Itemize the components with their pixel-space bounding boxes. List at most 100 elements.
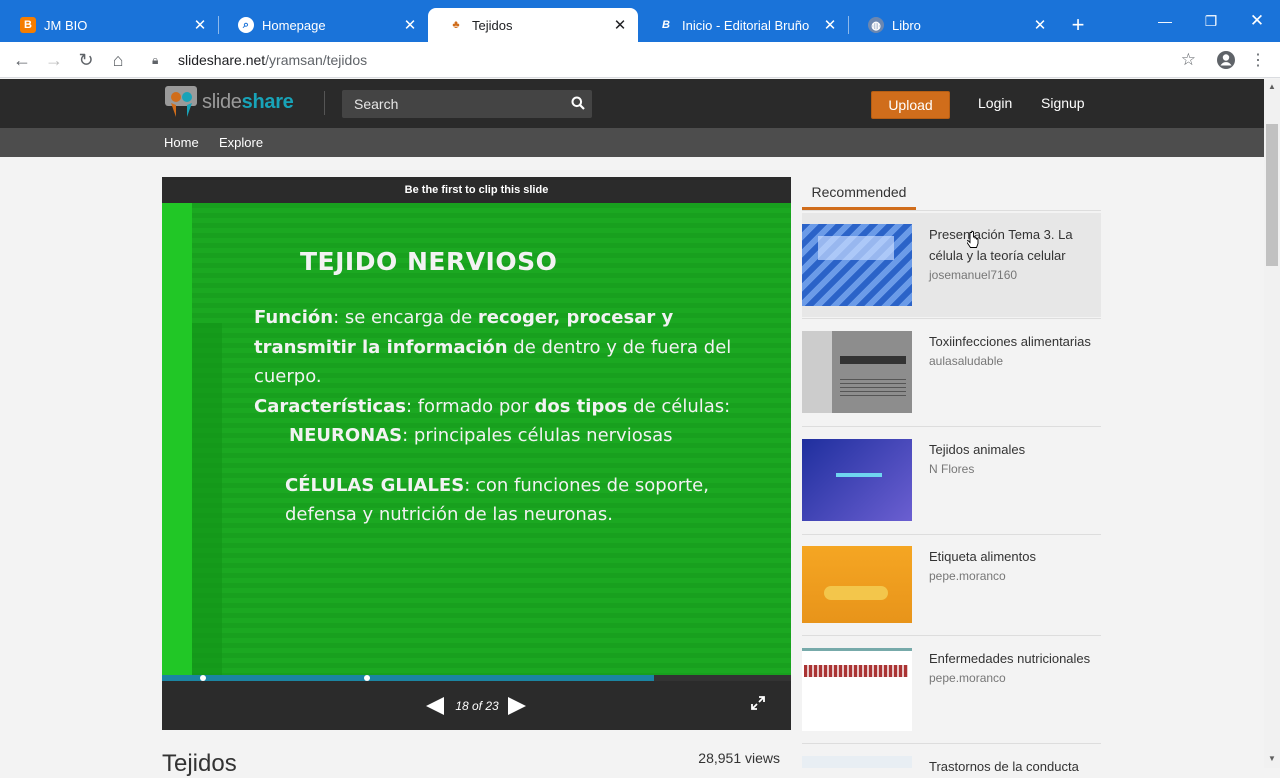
recommended-author[interactable]: aulasaludable [929, 354, 1003, 368]
recommended-thumbnail[interactable] [802, 331, 912, 413]
window-close-icon[interactable]: ✕ [1234, 6, 1280, 36]
nav-home[interactable]: Home [164, 135, 199, 150]
scroll-down-icon[interactable]: ▼ [1267, 754, 1277, 764]
new-tab-plus-icon[interactable]: + [1066, 12, 1090, 37]
close-tab-icon[interactable]: ✕ [612, 17, 628, 34]
recommended-thumbnail[interactable] [802, 546, 912, 623]
recommended-author[interactable]: josemanuel7160 [929, 268, 1017, 282]
thumbnail-heading-line [840, 356, 906, 364]
nav-explore[interactable]: Explore [219, 135, 263, 150]
slide-image[interactable]: TEJIDO NERVIOSO Función: se encarga de r… [162, 203, 791, 675]
close-tab-icon[interactable]: ✕ [192, 17, 208, 34]
blogger-icon: B [20, 17, 36, 33]
slideshare-logo[interactable]: slideshare [164, 85, 294, 119]
player-controls: 18 of 23 [162, 681, 791, 730]
recommended-item[interactable]: Toxiinfecciones alimentarias aulasaludab… [802, 319, 1101, 426]
search-input[interactable]: Search [342, 90, 592, 118]
restore-icon[interactable]: ❐ [1188, 6, 1234, 36]
thumbnail-heading-line [804, 665, 908, 677]
text: : formado por [405, 395, 535, 417]
thumbnail-title-line [836, 473, 882, 477]
page-indicator: 18 of 23 [455, 699, 499, 713]
clip-prompt[interactable]: Be the first to clip this slide [162, 177, 791, 203]
view-count: 28,951 views [698, 750, 780, 766]
upload-button[interactable]: Upload [871, 91, 950, 119]
search-placeholder: Search [354, 96, 399, 112]
search-icon[interactable] [564, 96, 592, 113]
forward-arrow-icon[interactable]: → [41, 47, 67, 73]
recommended-title[interactable]: Toxiinfecciones alimentarias [929, 331, 1094, 352]
browser-tab-strip: B JM BIO ✕ ⌕ Homepage ✕ ♣ Tejidos ✕ B In… [0, 0, 1280, 42]
recommended-item[interactable]: Presentación Tema 3. La célula y la teor… [802, 213, 1101, 317]
back-arrow-icon[interactable]: ← [9, 47, 35, 73]
slide-title: TEJIDO NERVIOSO [300, 247, 558, 276]
address-bar[interactable]: 🔒︎ slideshare.net/yramsan/tejidos ☆ [142, 46, 1204, 74]
close-tab-icon[interactable]: ✕ [402, 17, 418, 34]
recommended-title[interactable]: Trastornos de la conducta [929, 756, 1094, 777]
recommended-title[interactable]: Presentación Tema 3. La célula y la teor… [929, 224, 1094, 266]
recommended-title[interactable]: Tejidos animales [929, 439, 1094, 460]
recommended-thumbnail[interactable] [802, 224, 912, 306]
text: : principales células nerviosas [402, 425, 673, 446]
tab-title: Libro [892, 17, 921, 33]
reload-icon[interactable]: ↻ [73, 47, 99, 73]
logo-wordmark: slideshare [202, 91, 294, 114]
document-title: Tejidos [162, 750, 237, 777]
signup-link[interactable]: Signup [1041, 95, 1085, 111]
recommended-author[interactable]: N Flores [929, 462, 974, 476]
bruno-favicon: B [662, 19, 670, 31]
sub-navigation: Home Explore [0, 128, 1264, 157]
recommended-author[interactable]: pepe.moranco [929, 671, 1006, 685]
recommended-author[interactable]: pepe.moranco [929, 569, 1006, 583]
bookmark-star-icon[interactable]: ☆ [1181, 50, 1196, 70]
slide-player: Be the first to clip this slide TEJIDO N… [162, 177, 791, 730]
slide-body: Función: se encarga de recoger, procesar… [254, 303, 754, 530]
close-tab-icon[interactable]: ✕ [1032, 17, 1048, 34]
tab-jm-bio[interactable]: B JM BIO ✕ [0, 8, 218, 42]
logo-share: share [241, 90, 294, 113]
slide-caracteristicas: Características: formado por dos tipos d… [254, 392, 754, 422]
tab-homepage[interactable]: ⌕ Homepage ✕ [218, 8, 428, 42]
recommended-item[interactable]: Enfermedades nutricionales pepe.moranco [802, 636, 1101, 743]
tab-title: Tejidos [472, 17, 513, 33]
next-slide-icon[interactable] [508, 697, 526, 715]
slideshare-logo-icon [165, 86, 197, 117]
hand-cursor-icon [967, 231, 979, 248]
tab-title: Homepage [262, 17, 326, 33]
text: : se encarga de [333, 307, 478, 328]
tab-libro[interactable]: ◍ Libro ✕ [848, 8, 1058, 42]
recommended-title[interactable]: Etiqueta alimentos [929, 546, 1094, 567]
fullscreen-icon[interactable] [750, 695, 768, 713]
recommended-title[interactable]: Enfermedades nutricionales [929, 648, 1094, 669]
close-tab-icon[interactable]: ✕ [822, 17, 838, 34]
text: CÉLULAS GLIALES [285, 474, 465, 496]
browser-toolbar: ← → ↻ ⌂ 🔒︎ slideshare.net/yramsan/tejido… [0, 42, 1280, 78]
header-divider [324, 91, 325, 115]
recommended-thumbnail[interactable] [802, 648, 912, 731]
previous-slide-icon[interactable] [426, 697, 444, 715]
tab-tejidos[interactable]: ♣ Tejidos ✕ [428, 8, 638, 42]
scroll-thumb[interactable] [1266, 124, 1278, 266]
thumbnail-text-lines [840, 379, 906, 399]
page-scrollbar[interactable]: ▲ ▼ [1264, 79, 1280, 768]
tab-recommended[interactable]: Recommended [802, 177, 916, 210]
thumbnail-caption-box [818, 236, 894, 260]
home-icon[interactable]: ⌂ [105, 47, 131, 73]
divider [802, 210, 1101, 211]
scroll-up-icon[interactable]: ▲ [1267, 82, 1277, 92]
recommended-item[interactable]: Trastornos de la conducta [802, 744, 1101, 774]
login-link[interactable]: Login [978, 95, 1012, 111]
profile-avatar-icon[interactable] [1213, 47, 1239, 73]
recommended-thumbnail[interactable] [802, 439, 912, 521]
minimize-icon[interactable]: — [1142, 6, 1188, 36]
logo-slide: slide [202, 90, 242, 113]
slide-decor-stripe [162, 203, 192, 675]
recommended-item[interactable]: Tejidos animales N Flores [802, 427, 1101, 534]
tab-editorial-bruno[interactable]: B Inicio - Editorial Bruño ✕ [638, 8, 848, 42]
url-domain: slideshare.net [178, 52, 266, 68]
url-text: slideshare.net/yramsan/tejidos [178, 52, 367, 68]
text: dos tipos [534, 395, 628, 417]
recommended-item[interactable]: Etiqueta alimentos pepe.moranco [802, 535, 1101, 635]
menu-kebab-icon[interactable]: ⋮ [1245, 47, 1271, 73]
recommended-thumbnail[interactable] [802, 756, 912, 768]
